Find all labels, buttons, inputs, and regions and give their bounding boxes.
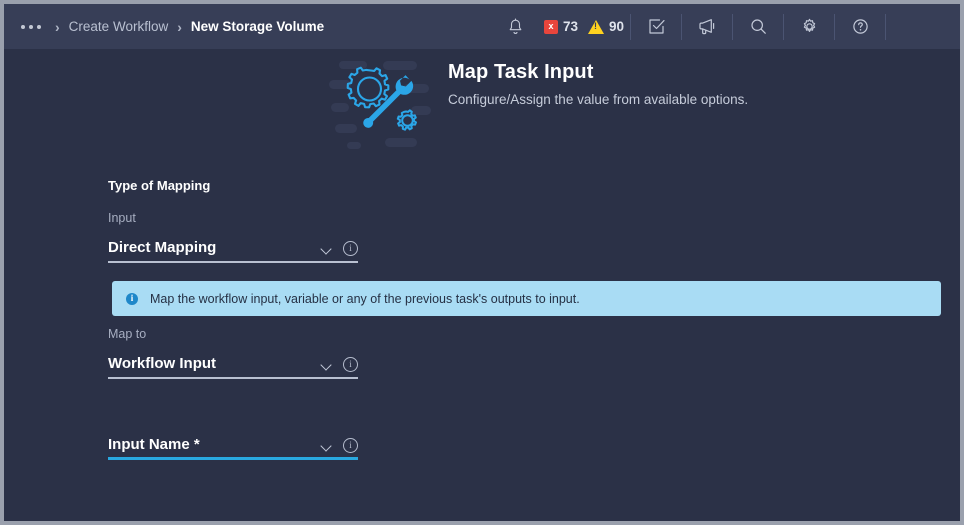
chevron-down-icon[interactable] (321, 361, 332, 368)
info-circle-icon: i (126, 292, 138, 305)
field-label-input: Input (108, 211, 136, 225)
warning-badge[interactable]: 90 (583, 19, 629, 34)
breadcrumb: › Create Workflow › New Storage Volume (4, 4, 324, 49)
toolbar-divider (885, 13, 887, 40)
info-circle-icon[interactable]: i (343, 357, 358, 372)
field-input: Input Direct Mapping i (108, 211, 358, 263)
top-navigation-bar: › Create Workflow › New Storage Volume x… (4, 4, 960, 49)
page-title: Map Task Input (448, 61, 594, 83)
page-subtitle: Configure/Assign the value from availabl… (448, 92, 749, 107)
bell-icon[interactable] (491, 4, 539, 49)
warning-count: 90 (609, 19, 625, 34)
field-map-to: Map to Workflow Input i (108, 327, 358, 379)
help-circle-icon[interactable] (836, 4, 884, 49)
field-underline (108, 377, 358, 379)
select-input-mapping-type[interactable]: Direct Mapping i (108, 232, 358, 258)
field-icons: i (321, 357, 358, 374)
notifications-group: x 73 90 (491, 4, 629, 49)
breadcrumb-item-current: New Storage Volume (190, 19, 325, 34)
chevron-down-icon[interactable] (321, 245, 332, 252)
toolbar-divider (783, 13, 785, 40)
page-hero: Map Task Input Configure/Assign the valu… (4, 49, 960, 154)
field-icons: i (321, 438, 358, 455)
info-banner-text: Map the workflow input, variable or any … (150, 291, 580, 306)
breadcrumb-separator-icon: › (177, 18, 182, 35)
info-banner: i Map the workflow input, variable or an… (112, 281, 941, 316)
checkbox-task-icon[interactable] (632, 4, 680, 49)
error-badge[interactable]: x 73 (539, 19, 583, 34)
field-icons: i (321, 241, 358, 258)
section-title: Type of Mapping (108, 178, 211, 193)
field-value-input: Direct Mapping (108, 239, 217, 256)
breadcrumb-separator-icon: › (55, 18, 60, 35)
gear-wrench-illustration (327, 58, 437, 153)
megaphone-icon[interactable] (683, 4, 731, 49)
field-label-input-name: Input Name * (108, 436, 200, 453)
hero-text-block: Map Task Input Configure/Assign the valu… (448, 61, 748, 107)
info-circle-icon[interactable]: i (343, 438, 358, 453)
select-input-name[interactable]: Input Name * i (108, 429, 358, 455)
field-underline-active (108, 457, 358, 460)
field-label-map-to: Map to (108, 327, 147, 341)
field-value-map-to: Workflow Input (108, 355, 217, 372)
toolbar-divider (681, 13, 683, 40)
info-circle-icon[interactable]: i (343, 241, 358, 256)
gear-icon[interactable] (785, 4, 833, 49)
toolbar-divider (834, 13, 836, 40)
warning-triangle-icon (588, 19, 605, 34)
toolbar-divider (630, 13, 632, 40)
field-underline (108, 261, 358, 263)
field-input-name: Input Name * i (108, 429, 358, 460)
toolbar-divider (732, 13, 734, 40)
select-map-to[interactable]: Workflow Input i (108, 348, 358, 374)
app-window: › Create Workflow › New Storage Volume x… (4, 4, 960, 521)
breadcrumb-item-create-workflow[interactable]: Create Workflow (69, 19, 169, 34)
search-icon[interactable] (734, 4, 782, 49)
topbar-actions: x 73 90 (491, 4, 887, 49)
chevron-down-icon[interactable] (321, 442, 332, 449)
error-icon: x (544, 19, 558, 34)
breadcrumb-overflow-button[interactable] (21, 24, 41, 29)
error-count: 73 (563, 19, 579, 34)
